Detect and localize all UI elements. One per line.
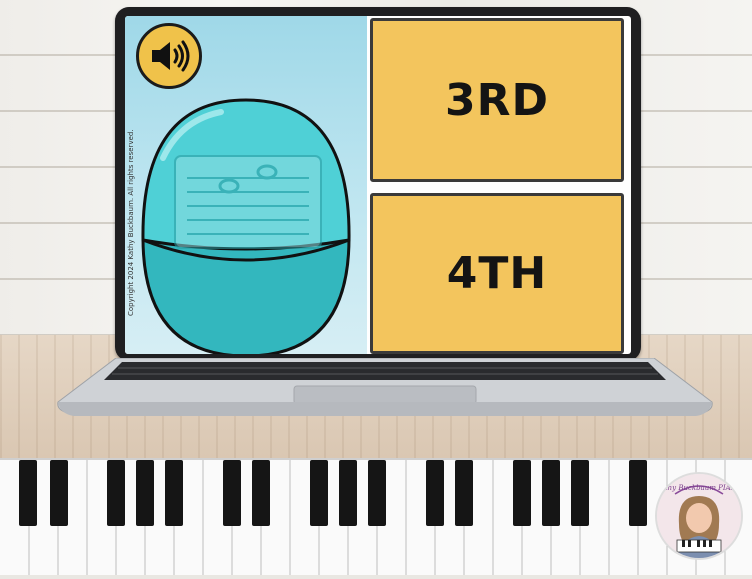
laptop-keyboard-base	[57, 358, 713, 416]
svg-text:Kathy Buckbaum PIANO: Kathy Buckbaum PIANO	[657, 484, 741, 492]
answer-button-3rd[interactable]: 3RD	[370, 18, 624, 182]
egg-capsule	[141, 98, 351, 354]
answer-button-4th[interactable]: 4TH	[370, 193, 624, 354]
piano-keys	[19, 460, 726, 575]
speaker-volume-icon	[152, 40, 190, 72]
brand-logo-image: Kathy Buckbaum PIANO	[657, 474, 741, 558]
music-staff-card	[174, 155, 322, 249]
brand-logo-avatar: Kathy Buckbaum PIANO	[655, 472, 743, 560]
laptop-screen: Copyright 2024 Kathy Buckbaum. All right…	[125, 16, 631, 354]
question-panel: Copyright 2024 Kathy Buckbaum. All right…	[125, 16, 367, 354]
sound-button[interactable]	[136, 23, 202, 89]
piano-keyboard	[0, 458, 752, 575]
